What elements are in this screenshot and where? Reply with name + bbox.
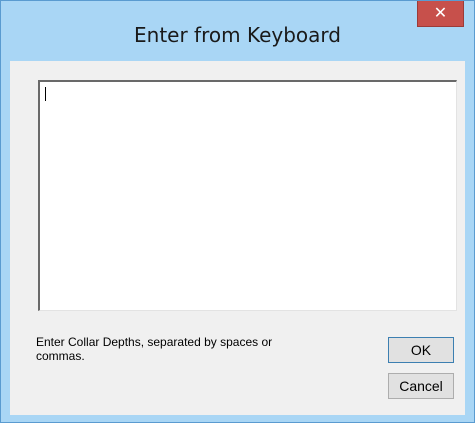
- dialog-window: Enter from Keyboard ✕ Enter Collar Depth…: [0, 0, 475, 423]
- text-caret: [45, 87, 46, 101]
- close-button[interactable]: ✕: [417, 1, 464, 27]
- close-icon: ✕: [433, 3, 448, 22]
- title-bar[interactable]: Enter from Keyboard ✕: [1, 1, 474, 61]
- cancel-button[interactable]: Cancel: [388, 373, 454, 399]
- dialog-title: Enter from Keyboard: [134, 23, 341, 47]
- ok-button[interactable]: OK: [388, 337, 454, 363]
- instructions-label: Enter Collar Depths, separated by spaces…: [36, 335, 273, 363]
- dialog-client-area: Enter Collar Depths, separated by spaces…: [10, 61, 465, 415]
- collar-depths-input[interactable]: [38, 80, 457, 311]
